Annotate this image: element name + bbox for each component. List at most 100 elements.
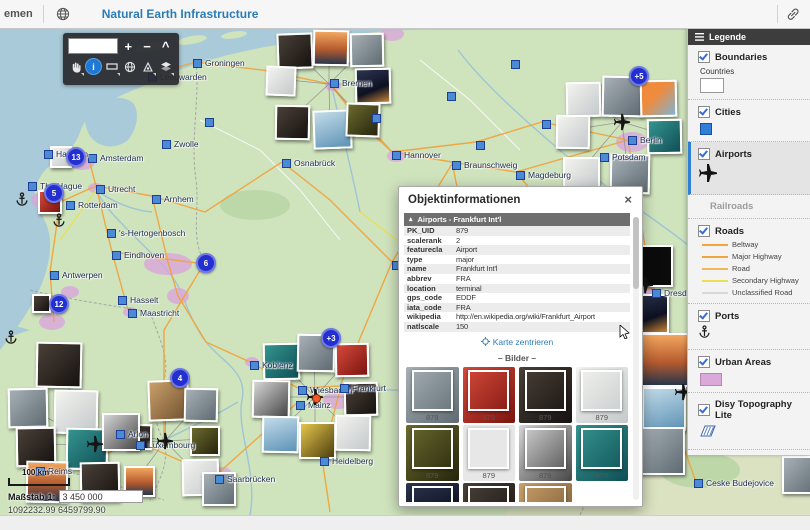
city-marker-unlabeled[interactable]: [476, 141, 485, 150]
popup-scrollbar[interactable]: [633, 217, 639, 500]
port-anchor-icon[interactable]: [15, 192, 29, 206]
image-thumbnail[interactable]: [524, 427, 566, 469]
city-marker[interactable]: Antwerpen: [50, 270, 103, 280]
map-photo[interactable]: [637, 427, 685, 475]
city-marker[interactable]: Amsterdam: [88, 153, 143, 163]
cities-checkbox[interactable]: [698, 106, 710, 118]
airport-plane-icon[interactable]: [156, 432, 174, 450]
city-marker[interactable]: Magdeburg: [516, 170, 571, 180]
map-photo[interactable]: [251, 379, 291, 419]
city-marker[interactable]: Braunschweig: [452, 160, 517, 170]
popup-scrollbar-thumb[interactable]: [633, 217, 639, 289]
image-thumbnail-cell[interactable]: 879: [519, 482, 572, 502]
city-marker-unlabeled[interactable]: [372, 114, 381, 123]
map-photo[interactable]: [276, 32, 314, 70]
zoom-out-button[interactable]: −: [139, 37, 156, 55]
map-photo[interactable]: [274, 104, 311, 141]
topography-checkbox[interactable]: [698, 404, 710, 416]
map-photo[interactable]: [639, 79, 678, 118]
measure-tool-button[interactable]: [104, 59, 120, 76]
map-photo[interactable]: [183, 387, 219, 423]
cluster-badge[interactable]: 13: [66, 147, 86, 167]
urban-areas-checkbox[interactable]: [698, 356, 710, 368]
image-thumbnail-cell[interactable]: 879: [406, 366, 459, 423]
city-marker[interactable]: Frankfurt: [340, 383, 386, 393]
city-marker-unlabeled[interactable]: [447, 92, 456, 101]
center-map-link[interactable]: Karte zentrieren: [404, 337, 630, 347]
city-marker[interactable]: Saarbrücken: [215, 474, 275, 484]
map-search-input[interactable]: [68, 38, 118, 54]
image-thumbnail-cell[interactable]: 879: [519, 424, 572, 481]
image-thumbnail[interactable]: [411, 485, 453, 502]
port-anchor-icon[interactable]: [52, 213, 66, 227]
city-marker[interactable]: 's-Hertogenbosch: [107, 228, 185, 238]
roads-checkbox[interactable]: [698, 225, 710, 237]
export-tool-button[interactable]: [158, 59, 174, 76]
image-thumbnail-cell[interactable]: 879: [462, 366, 515, 423]
port-anchor-icon[interactable]: [4, 330, 18, 344]
image-thumbnail-cell[interactable]: 879: [575, 366, 628, 423]
city-marker-unlabeled[interactable]: [511, 60, 520, 69]
city-marker[interactable]: Berlin: [628, 135, 662, 145]
ports-checkbox[interactable]: [698, 310, 710, 322]
image-thumbnail-cell[interactable]: 879: [406, 482, 459, 502]
image-thumbnail[interactable]: [524, 485, 566, 502]
image-thumbnail[interactable]: [581, 427, 623, 469]
city-marker[interactable]: Hannover: [392, 150, 441, 160]
map-photo[interactable]: [636, 333, 690, 387]
image-thumbnail[interactable]: [581, 369, 623, 411]
city-marker-unlabeled[interactable]: [205, 118, 214, 127]
city-marker-unlabeled[interactable]: [542, 120, 551, 129]
image-thumbnail-cell[interactable]: 879: [462, 424, 515, 481]
cluster-badge[interactable]: 6: [196, 253, 216, 273]
map-photo[interactable]: [7, 387, 49, 429]
image-thumbnail-cell[interactable]: 879: [575, 424, 628, 481]
popup-close-button[interactable]: ×: [623, 193, 633, 206]
map-photo[interactable]: [349, 32, 385, 68]
cluster-badge[interactable]: 4: [170, 368, 190, 388]
nav-tab-partial[interactable]: emen: [0, 8, 43, 20]
map-photo[interactable]: [555, 114, 591, 150]
map-photo[interactable]: [35, 341, 83, 389]
cluster-badge[interactable]: +5: [629, 66, 649, 86]
city-marker[interactable]: Rotterdam: [66, 200, 118, 210]
city-marker[interactable]: Utrecht: [96, 184, 135, 194]
share-link-button[interactable]: [782, 3, 804, 25]
city-marker[interactable]: Maastricht: [128, 308, 179, 318]
cluster-badge[interactable]: +3: [321, 328, 341, 348]
map-photo[interactable]: [299, 422, 336, 459]
map-photo[interactable]: [265, 65, 297, 97]
city-marker[interactable]: Ceske Budejovice: [694, 478, 774, 488]
cluster-badge[interactable]: 5: [44, 183, 64, 203]
airports-checkbox[interactable]: [698, 148, 710, 160]
pan-tool-button[interactable]: [68, 59, 84, 76]
city-marker[interactable]: Arlon: [116, 429, 148, 439]
city-marker[interactable]: Heidelberg: [320, 456, 373, 466]
image-thumbnail-cell[interactable]: 879: [406, 424, 459, 481]
image-thumbnail[interactable]: [524, 369, 566, 411]
city-marker[interactable]: Zwolle: [162, 139, 199, 149]
feature-section-header[interactable]: ▴ Airports - Frankfurt Int'l: [404, 213, 630, 226]
city-marker[interactable]: Arnhem: [152, 194, 194, 204]
overview-tool-button[interactable]: [122, 59, 137, 74]
image-thumbnail-cell[interactable]: 879: [462, 482, 515, 502]
image-thumbnail[interactable]: [468, 369, 510, 411]
boundaries-checkbox[interactable]: [698, 51, 710, 63]
city-marker[interactable]: Bremen: [330, 78, 372, 88]
airport-plane-icon[interactable]: [613, 113, 631, 131]
cluster-badge[interactable]: 12: [49, 294, 69, 314]
city-marker[interactable]: Eindhoven: [112, 250, 164, 260]
zoom-in-button[interactable]: +: [120, 37, 137, 55]
info-tool-button[interactable]: i: [86, 59, 101, 74]
image-thumbnail-cell[interactable]: 879: [519, 366, 572, 423]
map-photo[interactable]: [334, 342, 370, 378]
map-photo[interactable]: [782, 456, 810, 494]
select-tool-button[interactable]: [140, 59, 156, 76]
city-marker[interactable]: Koblenz: [250, 360, 293, 370]
map-photo[interactable]: [565, 81, 602, 118]
city-marker[interactable]: Potsdam: [600, 152, 646, 162]
map-photo[interactable]: [261, 415, 300, 454]
image-thumbnail[interactable]: [411, 427, 453, 469]
toolbar-collapse-button[interactable]: ^: [157, 37, 174, 55]
city-marker[interactable]: Groningen: [193, 58, 245, 68]
